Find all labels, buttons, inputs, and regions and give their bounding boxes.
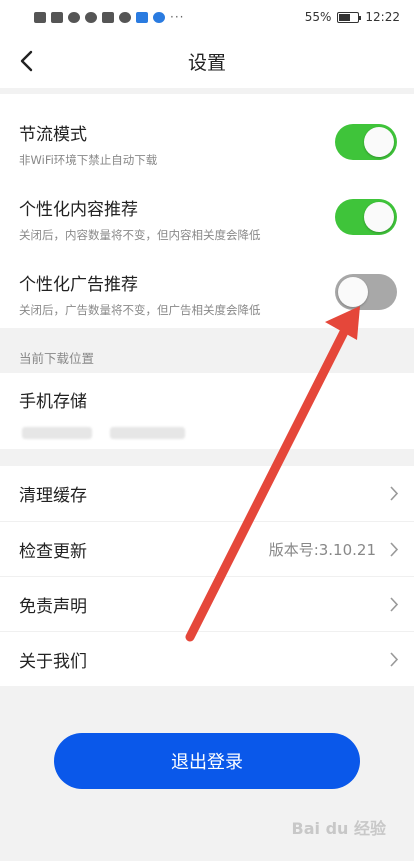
chevron-right-icon <box>390 597 399 612</box>
setting-personal-ads: 个性化广告推荐 关闭后，广告数量将不变，但广告相关度会降低 <box>0 244 414 319</box>
blurred-path <box>22 427 92 439</box>
status-right: 55% 12:22 <box>305 10 400 24</box>
chevron-right-icon <box>390 542 399 557</box>
menu-label: 检查更新 <box>19 541 87 562</box>
setting-traffic-saving: 节流模式 非WiFi环境下禁止自动下载 <box>0 94 414 169</box>
setting-subtitle: 非WiFi环境下禁止自动下载 <box>19 153 158 167</box>
setting-personal-content: 个性化内容推荐 关闭后，内容数量将不变，但内容相关度会降低 <box>0 169 414 244</box>
status-icons: ··· <box>34 10 184 24</box>
personal-ads-toggle[interactable] <box>335 274 397 310</box>
header: 设置 <box>0 34 414 88</box>
menu-label: 关于我们 <box>19 651 87 672</box>
setting-subtitle: 关闭后，广告数量将不变，但广告相关度会降低 <box>19 303 261 317</box>
setting-subtitle: 关闭后，内容数量将不变，但内容相关度会降低 <box>19 228 261 242</box>
logout-button[interactable]: 退出登录 <box>54 733 360 789</box>
check-update-row[interactable]: 检查更新 版本号:3.10.21 <box>0 521 414 576</box>
traffic-saving-toggle[interactable] <box>335 124 397 160</box>
back-button[interactable] <box>10 44 44 78</box>
logout-container: 退出登录 <box>0 733 414 789</box>
toggle-settings-section: 节流模式 非WiFi环境下禁止自动下载 个性化内容推荐 关闭后，内容数量将不变，… <box>0 94 414 328</box>
more-notifications-icon: ··· <box>170 10 185 24</box>
toggle-knob <box>364 127 394 157</box>
blurred-path <box>110 427 185 439</box>
download-location-row[interactable]: 手机存储 <box>0 373 414 449</box>
status-bar: ··· 55% 12:22 <box>0 0 414 34</box>
clear-cache-row[interactable]: 清理缓存 <box>0 466 414 521</box>
mail-icon <box>102 11 114 23</box>
version-number: 版本号:3.10.21 <box>268 540 376 559</box>
battery-icon <box>337 11 362 23</box>
app-icon <box>136 11 148 23</box>
page-title: 设置 <box>187 51 226 74</box>
menu-label: 清理缓存 <box>19 486 87 506</box>
clock: 12:22 <box>365 10 400 24</box>
setting-title: 个性化内容推荐 <box>19 200 138 220</box>
setting-title: 节流模式 <box>19 125 87 145</box>
music-icon <box>153 11 165 23</box>
setting-title: 个性化广告推荐 <box>19 275 138 295</box>
wifi-icon <box>68 11 80 23</box>
personal-content-toggle[interactable] <box>335 199 397 235</box>
toggle-knob <box>364 202 394 232</box>
toggle-knob <box>338 277 368 307</box>
chevron-right-icon <box>390 486 399 501</box>
signal-icon <box>51 11 63 23</box>
app-notification-icon <box>85 11 97 23</box>
chevron-left-icon <box>20 50 33 72</box>
about-row[interactable]: 关于我们 <box>0 631 414 686</box>
battery-percent: 55% <box>304 10 332 24</box>
menu-label: 免责声明 <box>19 596 87 617</box>
chat-icon <box>119 11 131 23</box>
disclaimer-row[interactable]: 免责声明 <box>0 576 414 631</box>
watermark: Bai du 经验 <box>291 819 386 838</box>
download-section-label: 当前下载位置 <box>0 328 414 373</box>
chevron-right-icon <box>390 652 399 667</box>
download-location: 手机存储 <box>19 392 87 412</box>
hd-icon <box>34 11 46 23</box>
